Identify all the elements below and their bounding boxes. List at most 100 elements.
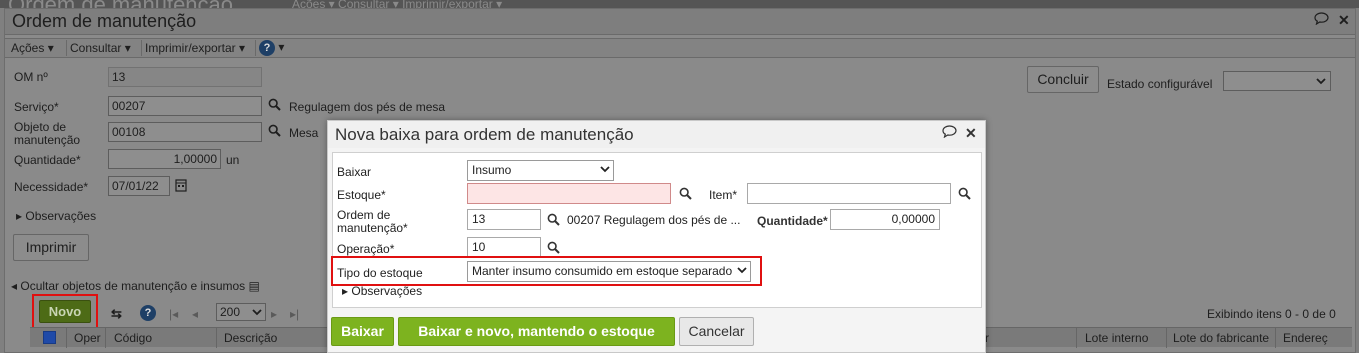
item-label: Item*: [709, 188, 738, 202]
quantidade-label: Quantidade*: [757, 214, 828, 228]
ordem-search-icon[interactable]: [547, 213, 560, 226]
menu-imprimir-label: Imprimir/exportar: [145, 41, 236, 55]
grid-help-icon[interactable]: ?: [140, 305, 156, 321]
background-heading: Ordem de manutenção: [8, 0, 233, 8]
operacao-field[interactable]: 10: [467, 237, 541, 258]
window-title: Ordem de manutenção: [12, 11, 197, 31]
calendar-icon[interactable]: [175, 178, 187, 195]
estado-label: Estado configurável: [1107, 77, 1213, 91]
estoque-label: Estoque*: [337, 188, 386, 202]
operacao-search-icon[interactable]: [547, 241, 560, 254]
exibindo-info: Exibindo itens 0 - 0 de 0: [1207, 307, 1336, 321]
select-all-checkbox[interactable]: [43, 331, 56, 344]
menu-separator: [66, 40, 67, 56]
col-divider: [1275, 328, 1276, 348]
ordem-description: 00207 Regulagem dos pés de ...: [567, 213, 741, 227]
necessidade-field[interactable]: 07/01/22: [108, 176, 170, 196]
tipo-estoque-select[interactable]: Manter insumo consumido em estoque separ…: [467, 261, 751, 282]
expand-arrow-icon: ▸: [16, 209, 23, 223]
menu-consultar[interactable]: Consultar ▾: [70, 41, 131, 55]
estoque-search-icon[interactable]: [679, 187, 692, 200]
tipo-estoque-label: Tipo do estoque: [337, 266, 423, 280]
collapse-arrow-icon: ◂: [11, 279, 18, 293]
om-label: OM nº: [14, 70, 48, 84]
chevron-down-icon: [1316, 78, 1326, 85]
chevron-down-icon: [600, 166, 610, 173]
concluir-button[interactable]: Concluir: [1027, 66, 1099, 93]
menu-consultar-label: Consultar: [70, 41, 122, 55]
baixar-label: Baixar: [337, 165, 372, 179]
objeto-field[interactable]: 00108: [108, 122, 262, 142]
col-lote-interno[interactable]: Lote interno: [1085, 331, 1148, 345]
col-codigo[interactable]: Código: [114, 331, 152, 345]
col-divider: [1166, 328, 1167, 348]
baixar-e-novo-button[interactable]: Baixar e novo, mantendo o estoque: [398, 317, 675, 346]
background-heading-strip: Ordem de manutenção Ações ▾ Consultar ▾ …: [0, 0, 1359, 8]
menu-acoes-label: Ações: [11, 41, 45, 55]
servico-search-icon[interactable]: [268, 98, 281, 114]
dialog-observacoes-toggle[interactable]: ▸ Observações: [342, 285, 422, 298]
quantidade-field[interactable]: 0,00000: [830, 209, 940, 230]
estoque-field[interactable]: [467, 183, 671, 204]
page-size-value: 200: [220, 305, 241, 319]
dialog-title-bar: Nova baixa para ordem de manutenção ✕: [328, 121, 985, 148]
servico-description: Regulagem dos pés de mesa: [289, 100, 446, 114]
dialog-title: Nova baixa para ordem de manutenção: [335, 125, 634, 144]
ordem-label: Ordem de manutenção*: [337, 208, 408, 235]
first-page-icon[interactable]: |◂: [169, 307, 178, 321]
page-size-select[interactable]: 200: [216, 303, 266, 321]
col-lote-fabricante[interactable]: Lote do fabricante: [1173, 331, 1269, 345]
necessidade-label: Necessidade*: [14, 180, 89, 194]
objeto-search-icon[interactable]: [268, 124, 281, 140]
novo-button[interactable]: Novo: [39, 300, 91, 323]
cancelar-button[interactable]: Cancelar: [679, 317, 754, 346]
section-toggle[interactable]: ◂ Ocultar objetos de manutenção e insumo…: [11, 280, 260, 293]
section-title: Ocultar objetos de manutenção e insumos: [20, 279, 246, 293]
chevron-down-icon: [252, 309, 262, 316]
last-page-icon[interactable]: ▸|: [290, 307, 299, 321]
close-icon[interactable]: ✕: [965, 125, 977, 142]
close-icon[interactable]: ✕: [1338, 12, 1350, 29]
col-divider: [105, 328, 106, 348]
col-oper[interactable]: Oper: [74, 331, 101, 345]
objeto-label: Objeto de manutenção: [14, 120, 81, 147]
quantidade-unit: un: [226, 153, 240, 167]
menu-imprimir[interactable]: Imprimir/exportar ▾: [145, 41, 245, 55]
item-search-icon[interactable]: [958, 187, 971, 200]
baixar-select[interactable]: Insumo: [467, 160, 614, 181]
om-field[interactable]: 13: [108, 67, 262, 87]
menu-separator: [141, 40, 142, 56]
col-divider: [1076, 328, 1077, 348]
next-page-icon[interactable]: ▸: [271, 307, 277, 321]
baixar-value: Insumo: [472, 163, 512, 177]
refresh-icon[interactable]: ⇆: [111, 306, 122, 322]
prev-page-icon[interactable]: ◂: [192, 307, 198, 321]
col-endereco[interactable]: Endereç: [1283, 331, 1328, 345]
item-field[interactable]: [747, 183, 951, 204]
servico-field[interactable]: 00207: [108, 96, 262, 116]
observacoes-label: Observações: [25, 209, 97, 223]
ordem-field[interactable]: 13: [467, 209, 541, 230]
quantidade-field[interactable]: 1,00000: [108, 149, 221, 169]
col-divider: [216, 328, 217, 348]
observacoes-toggle[interactable]: ▸ Observações: [16, 210, 96, 223]
comment-icon[interactable]: [942, 125, 957, 141]
help-menu[interactable]: ? ▾: [259, 40, 284, 56]
servico-label: Serviço*: [14, 100, 59, 114]
menu-acoes[interactable]: Ações ▾: [11, 41, 54, 55]
baixar-button[interactable]: Baixar: [331, 317, 394, 346]
menu-bar: Ações ▾ Consultar ▾ Imprimir/exportar ▾ …: [5, 38, 1355, 58]
menu-separator: [255, 40, 256, 56]
chevron-down-icon: [737, 267, 747, 274]
quantidade-label: Quantidade*: [14, 153, 81, 167]
comment-icon[interactable]: [1314, 12, 1329, 28]
nova-baixa-dialog: Nova baixa para ordem de manutenção ✕ Ba…: [327, 120, 986, 353]
col-divider: [66, 328, 67, 348]
estado-select[interactable]: [1223, 71, 1331, 91]
dialog-observacoes-label: Observações: [351, 284, 423, 298]
objeto-description: Mesa: [289, 126, 319, 140]
col-descricao[interactable]: Descrição: [224, 331, 277, 345]
background-heading-menu: Ações ▾ Consultar ▾ Imprimir/exportar ▾: [292, 0, 503, 8]
window-title-bar: Ordem de manutenção ✕: [5, 9, 1355, 35]
imprimir-button[interactable]: Imprimir: [13, 234, 89, 261]
